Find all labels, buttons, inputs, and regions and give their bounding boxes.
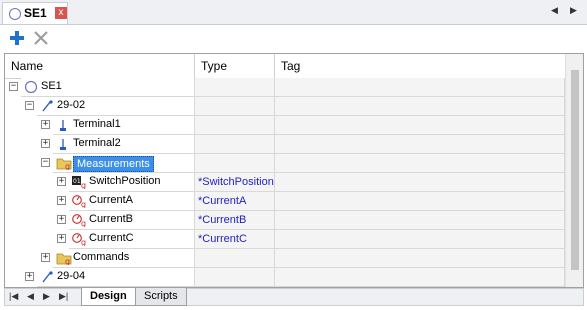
tree-row[interactable]: + g Commands [5,249,565,268]
tag-cell[interactable] [275,249,565,268]
document-tab-bar: SE1 x ◀ ▶ [0,0,587,25]
collapse-icon[interactable]: − [25,101,34,110]
measure-icon: g [72,232,88,247]
switch-icon: 01 g [72,175,88,190]
tag-cell[interactable] [275,154,565,173]
svg-text:g: g [81,219,86,227]
expand-icon[interactable]: + [25,272,34,281]
tree-row[interactable]: − SE1 [5,78,565,97]
expand-icon[interactable]: + [57,196,66,205]
tag-cell[interactable] [275,268,565,287]
tag-cell[interactable] [275,192,565,211]
scrollbar-thumb[interactable] [571,70,579,270]
type-cell[interactable]: *CurrentC [195,230,275,249]
tab-scripts[interactable]: Scripts [135,288,187,306]
tree-row[interactable]: + g CurrentC *CurrentC [5,230,565,249]
delete-icon [34,31,48,45]
row-label: CurrentC [89,232,134,244]
expand-icon[interactable]: + [41,139,50,148]
column-header-tag[interactable]: Tag [275,54,565,78]
type-cell[interactable] [195,78,275,97]
tag-cell[interactable] [275,78,565,97]
tag-cell[interactable] [275,135,565,154]
tree-row[interactable]: + g CurrentA *CurrentA [5,192,565,211]
add-button[interactable] [7,28,27,48]
row-label: CurrentB [89,213,134,225]
type-cell[interactable] [195,268,275,287]
type-cell[interactable] [195,249,275,268]
tree-row[interactable]: + g CurrentB *CurrentB [5,211,565,230]
tab-title: SE1 [24,6,47,20]
row-label: Terminal2 [73,137,121,149]
bottom-tab-bar: |◀ ◀ ▶ ▶| Design Scripts [4,288,584,306]
tree-row[interactable]: − g Measurements [5,154,565,173]
last-tab-icon[interactable]: ▶| [59,291,68,302]
tree-row[interactable]: − 29-02 [5,97,565,116]
close-icon[interactable]: x [55,7,67,19]
svg-text:g: g [81,200,86,208]
expand-icon[interactable]: + [41,120,50,129]
column-header-name[interactable]: Name [5,54,195,78]
tag-cell[interactable] [275,97,565,116]
type-cell[interactable]: *SwitchPosition [195,173,275,192]
bay-icon [40,270,56,285]
terminal-icon [56,118,72,133]
row-label: SwitchPosition [89,175,161,187]
prev-tab-icon[interactable]: ◀ [27,291,34,302]
row-label: Measurements [73,156,154,172]
svg-text:01: 01 [73,178,81,185]
collapse-icon[interactable]: − [9,82,18,91]
measure-icon: g [72,194,88,209]
svg-text:g: g [65,257,70,265]
tab-design[interactable]: Design [81,288,136,306]
expand-icon[interactable]: + [41,253,50,262]
tag-cell[interactable] [275,173,565,192]
tree-row[interactable]: +29-04 [5,268,565,287]
type-cell[interactable]: *CurrentA [195,192,275,211]
expand-icon[interactable]: + [57,177,66,186]
tree-row[interactable]: +01 g SwitchPosition *SwitchPosition [5,173,565,192]
row-label: 29-02 [57,99,86,111]
bay-icon [40,99,56,114]
row-label: SE1 [41,80,62,92]
row-label: Terminal1 [73,118,121,130]
tree-row[interactable]: + Terminal1 [5,116,565,135]
grid-header: Name Type Tag [5,54,565,79]
tree-grid: Name Type Tag − SE1−29-02 + Terminal1 + Termi… [4,53,584,288]
delete-button[interactable] [31,28,51,48]
type-cell[interactable] [195,154,275,173]
station-icon [24,80,40,95]
svg-text:g: g [81,181,86,189]
column-header-type[interactable]: Type [195,54,275,78]
expand-icon[interactable]: + [57,234,66,243]
svg-text:g: g [65,162,70,170]
collapse-icon[interactable]: − [41,158,50,167]
row-label: 29-04 [57,270,86,282]
folder-icon: g [56,251,72,266]
toolbar [0,25,587,52]
type-cell[interactable] [195,97,275,116]
type-cell[interactable] [195,135,275,154]
row-label: Commands [73,251,130,263]
vertical-scrollbar[interactable] [565,54,583,287]
type-cell[interactable]: *CurrentB [195,211,275,230]
svg-text:g: g [81,238,86,246]
tree-row[interactable]: + Terminal2 [5,135,565,154]
scroll-right-icon[interactable]: ▶ [570,5,577,16]
tag-cell[interactable] [275,230,565,249]
tag-cell[interactable] [275,116,565,135]
row-label: CurrentA [89,194,134,206]
first-tab-icon[interactable]: |◀ [9,291,18,302]
measure-icon: g [72,213,88,228]
plus-icon [10,31,24,45]
tag-cell[interactable] [275,211,565,230]
type-cell[interactable] [195,116,275,135]
folder-icon: g [56,156,72,171]
station-icon [9,8,21,20]
terminal-icon [56,137,72,152]
tab-se1[interactable]: SE1 x [2,2,68,24]
scroll-left-icon[interactable]: ◀ [551,5,558,16]
next-tab-icon[interactable]: ▶ [43,291,50,302]
expand-icon[interactable]: + [57,215,66,224]
